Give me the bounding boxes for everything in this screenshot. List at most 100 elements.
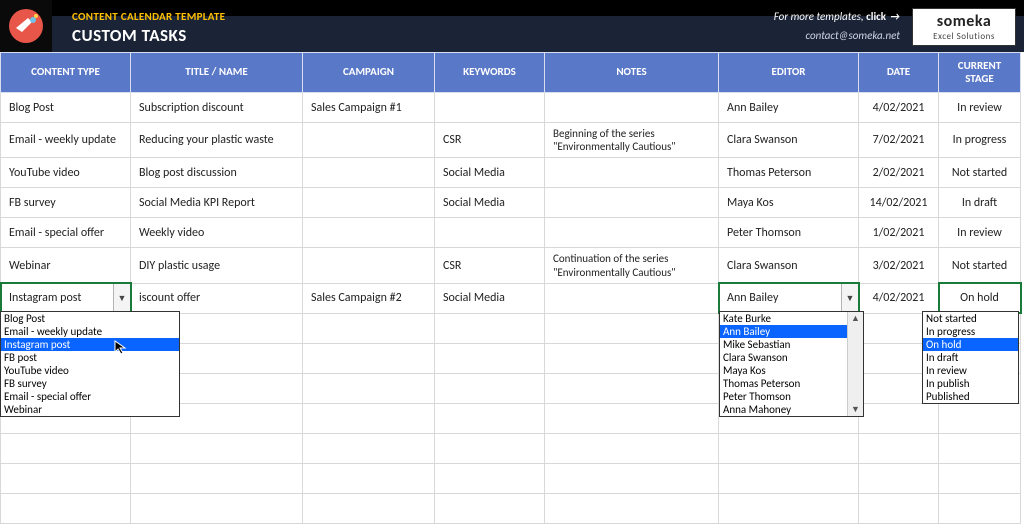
col-title[interactable]: TITLE / NAME — [131, 53, 303, 93]
col-notes[interactable]: NOTES — [545, 53, 719, 93]
table-cell[interactable] — [303, 463, 435, 493]
table-cell[interactable] — [303, 158, 435, 188]
table-cell[interactable]: Peter Thomson — [719, 218, 859, 248]
dropdown-option[interactable]: Instagram post — [1, 338, 179, 351]
table-cell[interactable]: Email - special offer — [1, 218, 131, 248]
col-editor[interactable]: EDITOR — [719, 53, 859, 93]
table-cell[interactable]: Email - weekly update — [1, 123, 131, 158]
table-cell[interactable] — [859, 493, 939, 523]
table-cell[interactable]: 4/02/2021 — [859, 93, 939, 123]
table-cell[interactable] — [939, 403, 1021, 433]
dropdown-arrow-icon[interactable]: ▼ — [113, 284, 130, 313]
dropdown-option[interactable]: In publish — [923, 377, 1018, 390]
table-cell[interactable]: Maya Kos — [719, 188, 859, 218]
table-cell[interactable] — [303, 248, 435, 283]
table-row[interactable]: Email - special offerWeekly video Peter T… — [1, 218, 1021, 248]
table-cell[interactable] — [859, 433, 939, 463]
table-cell[interactable] — [545, 493, 719, 523]
dropdown-option[interactable]: In draft — [923, 351, 1018, 364]
table-cell[interactable] — [435, 463, 545, 493]
chevron-down-icon[interactable]: ▼ — [851, 403, 860, 416]
table-cell[interactable] — [939, 493, 1021, 523]
table-cell[interactable]: Social Media — [435, 283, 545, 313]
table-cell[interactable] — [303, 313, 435, 343]
dropdown-option[interactable]: Clara Swanson — [720, 351, 847, 364]
table-cell[interactable] — [545, 463, 719, 493]
dropdown-arrow-icon[interactable]: ▼ — [841, 284, 858, 313]
table-cell[interactable] — [939, 433, 1021, 463]
dropdown-option[interactable]: Peter Thomson — [720, 390, 847, 403]
table-cell[interactable]: Ann Bailey▼ — [719, 283, 859, 313]
tasks-table[interactable]: CONTENT TYPE TITLE / NAME CAMPAIGN KEYWO… — [0, 52, 1021, 524]
table-row[interactable]: YouTube videoBlog post discussionSocial … — [1, 158, 1021, 188]
table-cell[interactable]: Beginning of the series "Environmentally… — [545, 123, 719, 158]
table-cell[interactable]: Continuation of the series "Environmenta… — [545, 248, 719, 283]
col-content-type[interactable]: CONTENT TYPE — [1, 53, 131, 93]
dropdown-option[interactable]: Not started — [923, 312, 1018, 325]
table-cell[interactable]: Weekly video — [131, 218, 303, 248]
table-cell[interactable] — [545, 188, 719, 218]
table-cell[interactable] — [719, 433, 859, 463]
table-cell[interactable]: FB survey — [1, 188, 131, 218]
dropdown-editor[interactable]: ▲ ▼ Kate BurkeAnn BaileyMike SebastianCl… — [719, 311, 864, 417]
table-cell[interactable]: Social Media — [435, 158, 545, 188]
table-cell[interactable]: Instagram post▼ — [1, 283, 131, 313]
table-cell[interactable] — [545, 218, 719, 248]
table-cell[interactable] — [545, 313, 719, 343]
table-cell[interactable]: 2/02/2021 — [859, 158, 939, 188]
table-cell[interactable]: iscount offer — [131, 283, 303, 313]
dropdown-option[interactable]: On hold — [923, 338, 1018, 351]
table-cell[interactable] — [545, 283, 719, 313]
table-row-empty[interactable] — [1, 493, 1021, 523]
table-cell[interactable] — [303, 343, 435, 373]
table-cell[interactable]: 7/02/2021 — [859, 123, 939, 158]
table-cell[interactable] — [303, 218, 435, 248]
table-cell[interactable] — [545, 158, 719, 188]
table-cell[interactable]: In progress — [939, 123, 1021, 158]
table-cell[interactable] — [131, 433, 303, 463]
table-cell[interactable] — [939, 463, 1021, 493]
table-cell[interactable]: Ann Bailey — [719, 93, 859, 123]
table-cell[interactable]: Clara Swanson — [719, 248, 859, 283]
table-cell[interactable]: CSR — [435, 123, 545, 158]
table-cell[interactable] — [435, 313, 545, 343]
table-cell[interactable] — [435, 218, 545, 248]
table-cell[interactable] — [435, 373, 545, 403]
dropdown-option[interactable]: Email - special offer — [1, 390, 179, 403]
dropdown-option[interactable]: Blog Post — [1, 312, 179, 325]
col-date[interactable]: DATE — [859, 53, 939, 93]
table-cell[interactable] — [303, 188, 435, 218]
table-cell[interactable]: Subscription discount — [131, 93, 303, 123]
table-cell[interactable] — [303, 403, 435, 433]
table-cell[interactable] — [545, 343, 719, 373]
table-cell[interactable]: Reducing your plastic waste — [131, 123, 303, 158]
table-cell[interactable]: In review — [939, 218, 1021, 248]
table-row[interactable]: FB surveySocial Media KPI ReportSocial M… — [1, 188, 1021, 218]
table-cell[interactable]: 1/02/2021 — [859, 218, 939, 248]
table-cell[interactable] — [719, 463, 859, 493]
table-cell[interactable] — [545, 93, 719, 123]
table-cell[interactable] — [303, 433, 435, 463]
table-cell[interactable] — [435, 433, 545, 463]
table-cell[interactable] — [435, 403, 545, 433]
table-cell[interactable]: 4/02/2021 — [859, 283, 939, 313]
table-row[interactable]: Instagram post▼iscount offerSales Campai… — [1, 283, 1021, 313]
table-cell[interactable]: Webinar — [1, 248, 131, 283]
table-cell[interactable]: In draft — [939, 188, 1021, 218]
more-templates-link[interactable]: For more templates, click→ — [774, 10, 900, 23]
dropdown-option[interactable]: Kate Burke — [720, 312, 847, 325]
table-row-empty[interactable] — [1, 463, 1021, 493]
dropdown-option[interactable]: In progress — [923, 325, 1018, 338]
brand-box[interactable]: someka Excel Solutions — [912, 8, 1016, 46]
table-cell[interactable] — [131, 493, 303, 523]
dropdown-option[interactable]: FB survey — [1, 377, 179, 390]
dropdown-option[interactable]: Maya Kos — [720, 364, 847, 377]
dropdown-option[interactable]: Mike Sebastian — [720, 338, 847, 351]
table-row[interactable]: Blog PostSubscription discountSales Camp… — [1, 93, 1021, 123]
table-cell[interactable] — [435, 343, 545, 373]
dropdown-content-type[interactable]: Blog PostEmail - weekly updateInstagram … — [0, 311, 180, 417]
dropdown-option[interactable]: Email - weekly update — [1, 325, 179, 338]
col-stage[interactable]: CURRENT STAGE — [939, 53, 1021, 93]
table-row[interactable]: WebinarDIY plastic usageCSRContinuation … — [1, 248, 1021, 283]
table-cell[interactable] — [545, 433, 719, 463]
